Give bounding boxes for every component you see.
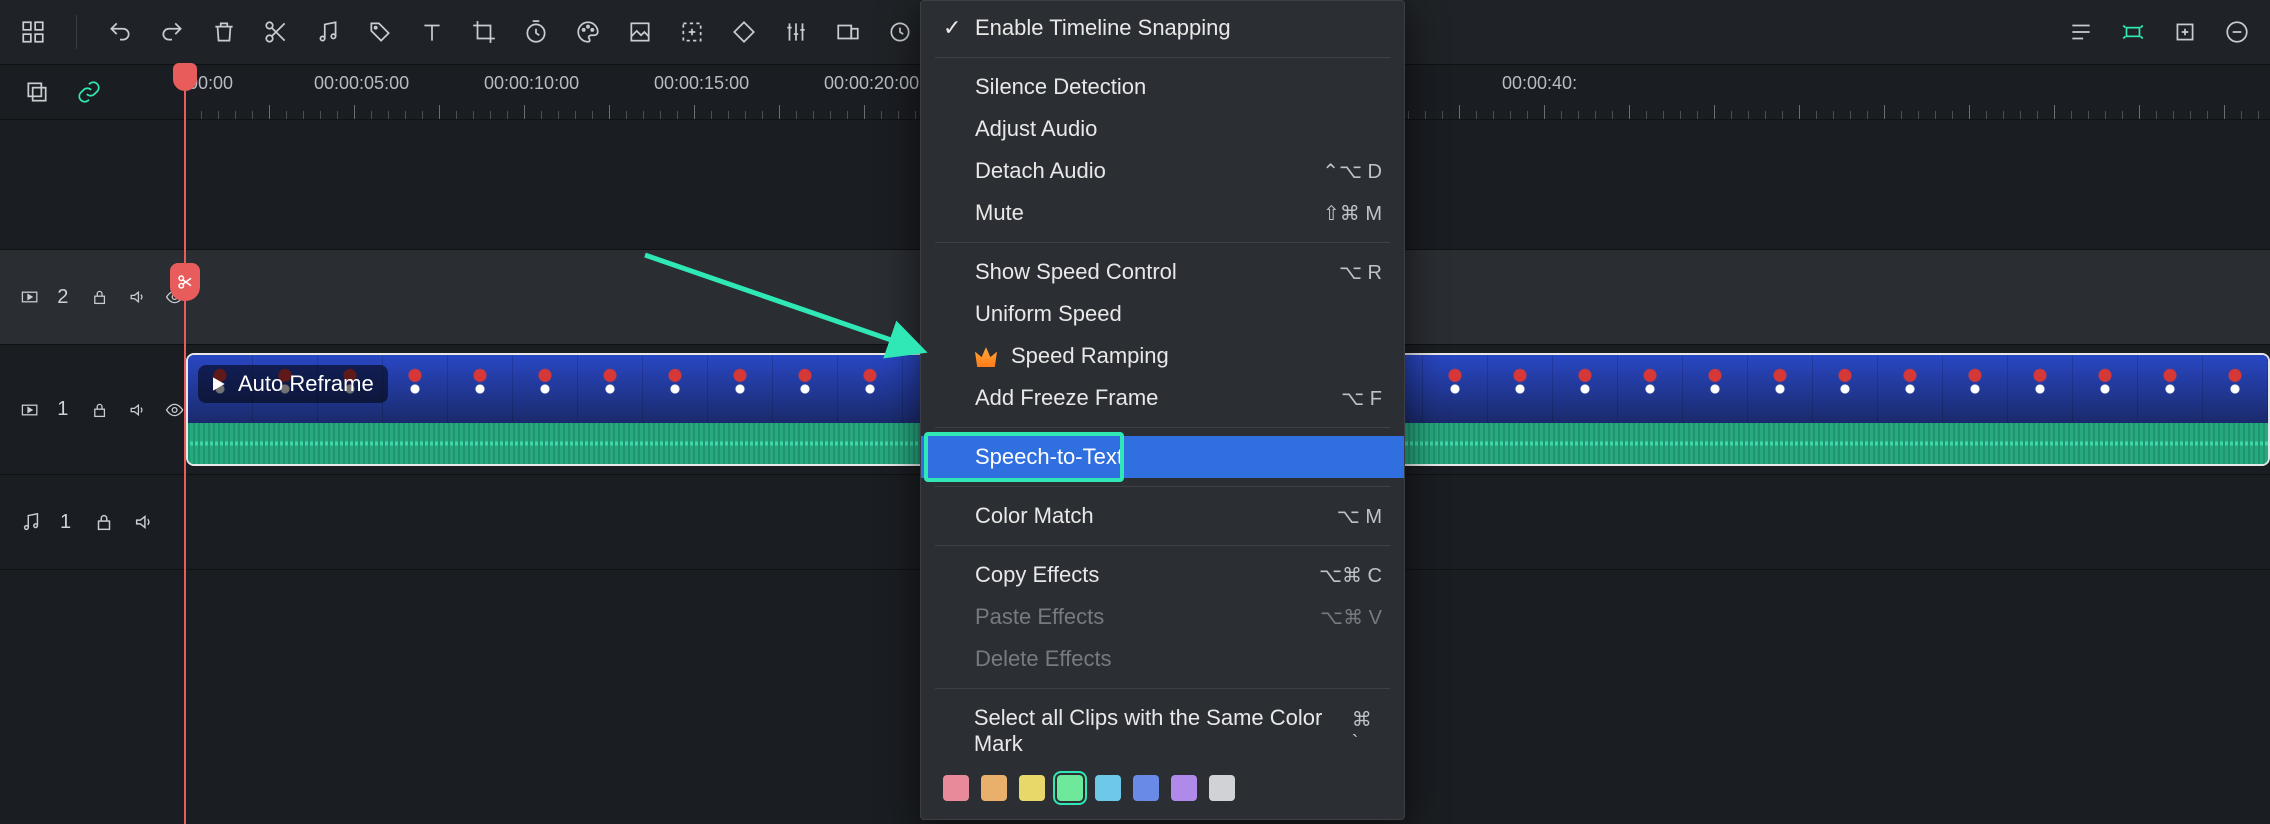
menu-select-same-color[interactable]: Select all Clips with the Same Color Mar…: [921, 697, 1404, 765]
color-swatch[interactable]: [981, 775, 1007, 801]
scissors-icon[interactable]: [261, 17, 291, 47]
ruler-label: 00:00:15:00: [654, 73, 749, 94]
context-menu: ✓Enable Timeline Snapping Silence Detect…: [920, 0, 1405, 820]
menu-paste-effects: Paste Effects⌥⌘ V: [921, 596, 1404, 638]
add-marker-icon[interactable]: [677, 17, 707, 47]
list-icon[interactable]: [2066, 17, 2096, 47]
track-id: 1: [60, 511, 71, 534]
rotate-circle-icon[interactable]: [885, 17, 915, 47]
play-icon: [208, 374, 228, 394]
menu-silence-detection[interactable]: Silence Detection: [921, 66, 1404, 108]
playhead[interactable]: [184, 65, 186, 824]
menu-add-freeze-frame[interactable]: Add Freeze Frame⌥ F: [921, 377, 1404, 419]
frame-icon[interactable]: [625, 17, 655, 47]
speaker-icon[interactable]: [128, 286, 147, 308]
video-icon: [20, 286, 39, 308]
expand-icon[interactable]: [2170, 17, 2200, 47]
cut-marker[interactable]: [170, 263, 200, 301]
color-swatch[interactable]: [1171, 775, 1197, 801]
zoom-out-icon[interactable]: [2222, 17, 2252, 47]
menu-speed-ramping[interactable]: Speed Ramping: [921, 335, 1404, 377]
lock-icon[interactable]: [90, 286, 109, 308]
menu-delete-effects: Delete Effects: [921, 638, 1404, 680]
lock-icon[interactable]: [93, 511, 115, 533]
keyframe-icon[interactable]: [729, 17, 759, 47]
menu-copy-effects[interactable]: Copy Effects⌥⌘ C: [921, 554, 1404, 596]
redo-icon[interactable]: [157, 17, 187, 47]
color-swatch[interactable]: [1209, 775, 1235, 801]
link-icon[interactable]: [74, 77, 104, 107]
color-swatch[interactable]: [1019, 775, 1045, 801]
track-id: 2: [57, 286, 68, 309]
music-icon: [20, 511, 42, 533]
track-id: 1: [57, 398, 68, 421]
color-mark-row: [921, 765, 1404, 805]
color-swatch[interactable]: [1095, 775, 1121, 801]
menu-mute[interactable]: Mute⇧⌘ M: [921, 192, 1404, 234]
ruler-label: 00:00:05:00: [314, 73, 409, 94]
device-icon[interactable]: [833, 17, 863, 47]
playhead-handle[interactable]: [173, 63, 197, 91]
menu-speech-to-text[interactable]: Speech-to-Text: [921, 436, 1404, 478]
color-swatch[interactable]: [943, 775, 969, 801]
timer-icon[interactable]: [521, 17, 551, 47]
ruler-label: 00:00:20:00: [824, 73, 919, 94]
color-swatch[interactable]: [1057, 775, 1083, 801]
ruler-label: 00:00:40:: [1502, 73, 1577, 94]
sliders-icon[interactable]: [781, 17, 811, 47]
ruler-label: 00:00:10:00: [484, 73, 579, 94]
palette-icon[interactable]: [573, 17, 603, 47]
duplicate-icon[interactable]: [22, 77, 52, 107]
crop-icon[interactable]: [469, 17, 499, 47]
trash-icon[interactable]: [209, 17, 239, 47]
eye-icon[interactable]: [165, 399, 184, 421]
tag-icon[interactable]: [365, 17, 395, 47]
menu-enable-snapping[interactable]: ✓Enable Timeline Snapping: [921, 7, 1404, 49]
text-icon[interactable]: [417, 17, 447, 47]
clip-title: Auto Reframe: [198, 365, 388, 403]
video-icon: [20, 399, 39, 421]
lock-icon[interactable]: [90, 399, 109, 421]
grid-icon[interactable]: [18, 17, 48, 47]
speaker-icon[interactable]: [128, 399, 147, 421]
menu-uniform-speed[interactable]: Uniform Speed: [921, 293, 1404, 335]
menu-show-speed[interactable]: Show Speed Control⌥ R: [921, 251, 1404, 293]
music-note-icon[interactable]: [313, 17, 343, 47]
enhance-icon[interactable]: [2118, 17, 2148, 47]
undo-icon[interactable]: [105, 17, 135, 47]
color-swatch[interactable]: [1133, 775, 1159, 801]
speaker-icon[interactable]: [133, 511, 155, 533]
crown-icon: [975, 345, 997, 367]
menu-color-match[interactable]: Color Match⌥ M: [921, 495, 1404, 537]
menu-detach-audio[interactable]: Detach Audio⌃⌥ D: [921, 150, 1404, 192]
menu-adjust-audio[interactable]: Adjust Audio: [921, 108, 1404, 150]
